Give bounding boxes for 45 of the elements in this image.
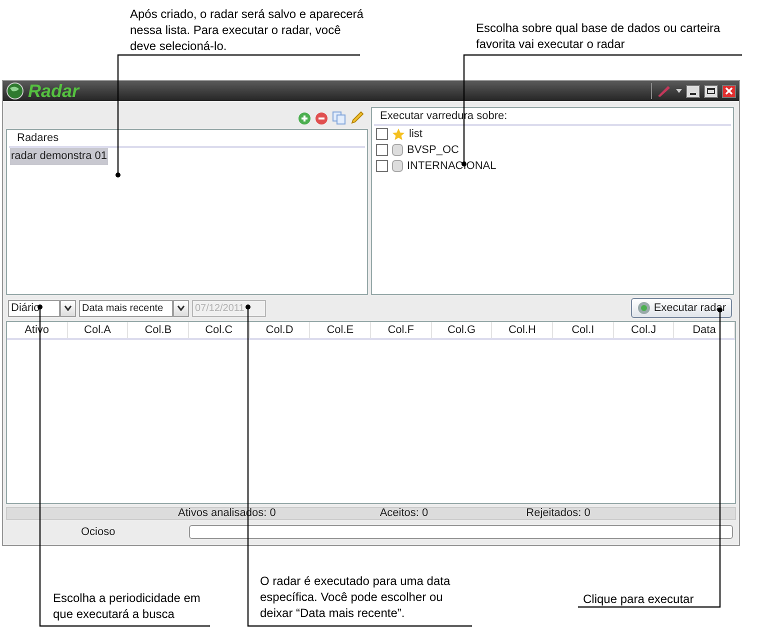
minimize-button[interactable] (686, 84, 700, 98)
add-icon[interactable] (298, 112, 311, 124)
column-header[interactable]: Col.H (492, 322, 554, 338)
target-label: BVSP_OC (407, 142, 459, 158)
caret-icon[interactable] (676, 89, 682, 93)
rejected-count: Rejeitados: 0 (526, 506, 590, 522)
column-header[interactable]: Data (674, 322, 736, 338)
accepted-count: Aceitos: 0 (380, 506, 428, 522)
callout-text: Após criado, o radar será salvo e aparecerá nessa lista. Para executar o radar, você deve selecioná-lo. (130, 6, 364, 54)
checkbox[interactable] (376, 144, 388, 156)
date-mode-dropdown[interactable]: Data mais recente (79, 300, 173, 316)
callout-text: O radar é executado para uma data específica. Você pode escolher ou deixar “Data mais recente”. (260, 573, 452, 621)
column-header[interactable]: Col.E (310, 322, 372, 338)
period-dropdown[interactable]: Diário (8, 300, 60, 316)
caret-icon (177, 305, 185, 311)
list-item[interactable]: radar demonstra 01 (10, 148, 108, 164)
remove-icon[interactable] (315, 112, 328, 124)
column-header[interactable]: Col.F (371, 322, 432, 338)
column-header[interactable]: Col.B (128, 322, 190, 338)
callout-text: Escolha a periodicidade em que executará a busca (53, 590, 202, 622)
dropdown-button[interactable] (60, 300, 76, 316)
database-icon (392, 160, 403, 172)
copy-icon[interactable] (332, 111, 346, 125)
checkbox[interactable] (376, 160, 388, 172)
database-icon (392, 144, 403, 156)
column-header[interactable]: Col.I (553, 322, 614, 338)
dropdown-button[interactable] (173, 300, 189, 316)
caret-icon (64, 305, 72, 311)
column-header[interactable]: Col.A (68, 322, 128, 338)
status-text: Ocioso (81, 524, 116, 540)
star-icon (392, 128, 405, 140)
column-header[interactable]: Col.C (189, 322, 250, 338)
checkbox[interactable] (376, 128, 388, 140)
pencil-icon[interactable] (350, 111, 364, 125)
maximize-button[interactable] (704, 84, 718, 98)
column-header[interactable]: Col.G (432, 322, 492, 338)
column-header[interactable]: Col.J (614, 322, 674, 338)
target-label: list (409, 126, 422, 142)
close-icon (725, 87, 733, 95)
callout-text: Escolha sobre qual base de dados ou carteira favorita vai executar o radar (476, 20, 722, 52)
callout-text: Clique para executar (583, 591, 695, 607)
column-header[interactable]: Col.D (250, 322, 310, 338)
window-title: Radar (28, 82, 80, 100)
close-button[interactable] (722, 84, 736, 98)
globe-icon (6, 82, 24, 100)
